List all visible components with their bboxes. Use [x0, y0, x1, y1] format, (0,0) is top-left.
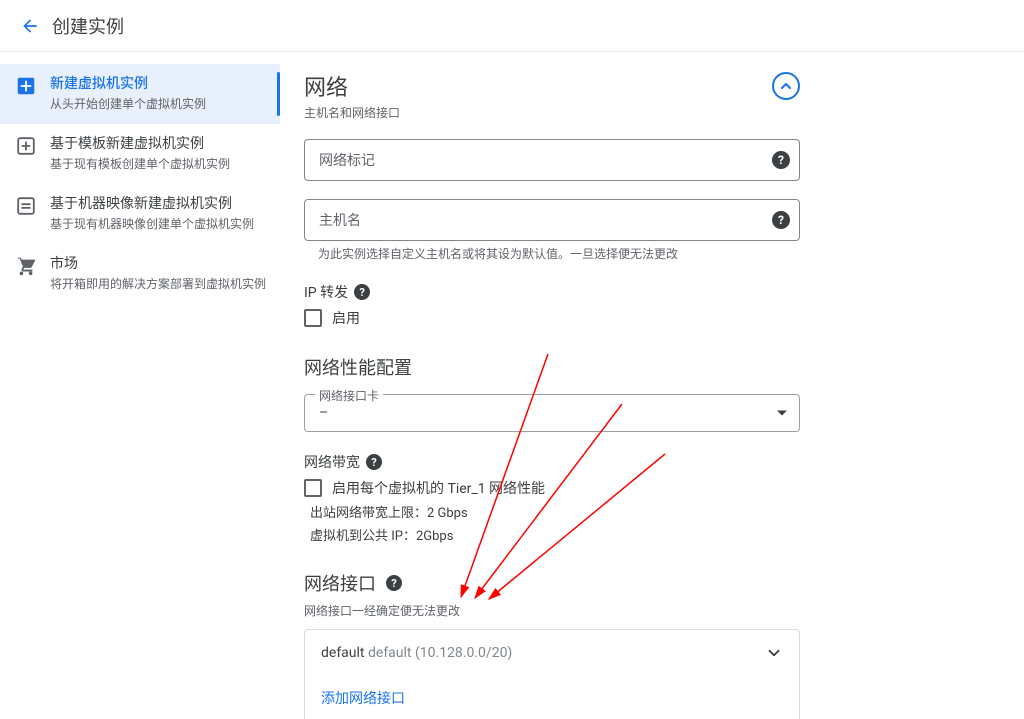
chevron-up-icon: [778, 78, 794, 94]
caret-down-icon: [777, 411, 787, 416]
sidebar: 新建虚拟机实例 从头开始创建单个虚拟机实例 基于模板新建虚拟机实例 基于现有模板…: [0, 52, 280, 719]
ip-forwarding-label: IP 转发: [304, 282, 348, 302]
public-ip-bw-text: 虚拟机到公共 IP：2Gbps: [308, 525, 800, 544]
sidebar-item-desc: 从头开始创建单个虚拟机实例: [50, 96, 268, 112]
plus-square-icon: [15, 75, 37, 97]
egress-limit-text: 出站网络带宽上限：2 Gbps: [308, 502, 800, 521]
interface-detail: default (10.128.0.0/20): [368, 645, 512, 661]
sidebar-item-from-template[interactable]: 基于模板新建虚拟机实例 基于现有模板创建单个虚拟机实例: [0, 124, 280, 184]
sidebar-item-new-vm[interactable]: 新建虚拟机实例 从头开始创建单个虚拟机实例: [0, 64, 280, 124]
help-icon[interactable]: ?: [772, 151, 790, 169]
network-section-subtitle: 主机名和网络接口: [304, 104, 400, 121]
cart-icon: [15, 255, 37, 277]
hostname-placeholder: 主机名: [319, 210, 361, 230]
network-interfaces-caption: 网络接口一经确定便无法更改: [304, 602, 800, 619]
help-icon[interactable]: ?: [386, 575, 402, 591]
sidebar-item-label: 基于模板新建虚拟机实例: [50, 134, 268, 154]
add-network-interface-link[interactable]: 添加网络接口: [305, 676, 799, 719]
sidebar-item-desc: 基于现有机器映像创建单个虚拟机实例: [50, 216, 268, 232]
network-perf-title: 网络性能配置: [304, 354, 800, 380]
help-icon[interactable]: ?: [354, 284, 370, 300]
sidebar-item-label: 基于机器映像新建虚拟机实例: [50, 194, 268, 214]
collapse-network-button[interactable]: [772, 72, 800, 100]
sidebar-item-from-image[interactable]: 基于机器映像新建虚拟机实例 基于现有机器映像创建单个虚拟机实例: [0, 184, 280, 244]
network-tags-field[interactable]: 网络标记 ?: [304, 139, 800, 181]
page-title: 创建实例: [52, 13, 124, 39]
image-outline-icon: [15, 195, 37, 217]
help-icon[interactable]: ?: [772, 211, 790, 229]
main-panel: 网络 主机名和网络接口 网络标记 ? 主机名: [280, 52, 1024, 719]
network-interface-row[interactable]: default default (10.128.0.0/20): [305, 630, 799, 676]
sidebar-item-marketplace[interactable]: 市场 将开箱即用的解决方案部署到虚拟机实例: [0, 244, 280, 304]
ip-forwarding-enable-label: 启用: [332, 308, 360, 328]
network-section-title: 网络: [304, 70, 400, 102]
sidebar-item-label: 新建虚拟机实例: [50, 74, 268, 94]
nic-select-label: 网络接口卡: [315, 387, 383, 404]
sidebar-item-desc: 将开箱即用的解决方案部署到虚拟机实例: [50, 276, 268, 292]
ip-forwarding-checkbox[interactable]: [304, 309, 322, 327]
hostname-field[interactable]: 主机名 ?: [304, 199, 800, 241]
tier1-checkbox[interactable]: [304, 479, 322, 497]
back-button[interactable]: [12, 8, 48, 44]
help-icon[interactable]: ?: [366, 454, 382, 470]
chevron-down-icon: [765, 644, 783, 662]
plus-square-outline-icon: [15, 135, 37, 157]
arrow-left-icon: [20, 16, 40, 36]
bandwidth-label: 网络带宽: [304, 452, 360, 472]
nic-select[interactable]: 网络接口卡 –: [304, 394, 800, 432]
network-tags-placeholder: 网络标记: [319, 150, 375, 170]
hostname-caption: 为此实例选择自定义主机名或将其设为默认值。一旦选择便无法更改: [304, 241, 800, 262]
tier1-label: 启用每个虚拟机的 Tier_1 网络性能: [332, 478, 545, 498]
interface-name: default: [321, 645, 365, 661]
network-interfaces-title: 网络接口: [304, 570, 376, 596]
nic-select-value: –: [319, 405, 328, 421]
network-interface-card: default default (10.128.0.0/20) 添加网络接口: [304, 629, 800, 719]
sidebar-item-desc: 基于现有模板创建单个虚拟机实例: [50, 156, 268, 172]
sidebar-item-label: 市场: [50, 254, 268, 274]
